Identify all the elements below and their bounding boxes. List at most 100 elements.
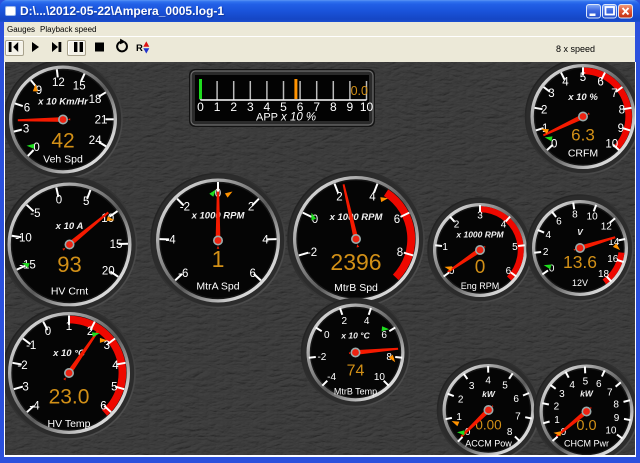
svg-text:4: 4 (369, 192, 376, 204)
svg-text:-2: -2 (307, 247, 317, 259)
svg-text:x 10 °C: x 10 °C (340, 330, 370, 340)
svg-text:6: 6 (24, 103, 30, 115)
svg-text:24: 24 (89, 135, 102, 147)
svg-text:5: 5 (502, 381, 508, 392)
svg-text:0: 0 (475, 257, 486, 278)
svg-text:x 10 Km/Hr: x 10 Km/Hr (37, 96, 89, 107)
svg-text:0: 0 (324, 330, 330, 341)
svg-text:2: 2 (541, 105, 547, 117)
svg-text:HV Temp: HV Temp (48, 418, 91, 430)
svg-text:3: 3 (247, 100, 254, 114)
svg-text:0.0: 0.0 (576, 418, 596, 434)
svg-text:CHCM Pwr: CHCM Pwr (564, 439, 609, 449)
svg-text:6: 6 (556, 216, 562, 227)
svg-text:HV Crnt: HV Crnt (51, 286, 88, 298)
svg-text:93: 93 (57, 252, 81, 277)
svg-text:8: 8 (619, 105, 625, 117)
svg-text:x 10 A: x 10 A (55, 221, 84, 232)
svg-text:x 10 %: x 10 % (280, 112, 316, 124)
svg-text:10: 10 (587, 211, 599, 222)
svg-text:8: 8 (572, 210, 578, 221)
svg-text:4: 4 (569, 380, 575, 391)
svg-text:-4: -4 (165, 235, 176, 247)
svg-text:kW: kW (482, 389, 496, 399)
svg-text:3: 3 (477, 211, 483, 222)
svg-text:MtrB Temp: MtrB Temp (334, 386, 377, 396)
svg-text:-2: -2 (17, 360, 27, 372)
svg-text:-2: -2 (317, 352, 326, 363)
svg-text:8: 8 (613, 399, 619, 410)
svg-text:1: 1 (554, 415, 560, 426)
svg-text:5: 5 (512, 242, 518, 253)
svg-text:3: 3 (23, 124, 29, 136)
svg-text:2: 2 (336, 192, 342, 204)
svg-text:8: 8 (397, 247, 403, 259)
svg-text:-10: -10 (15, 233, 32, 245)
svg-text:74: 74 (347, 363, 365, 380)
svg-text:x 1000 RPM: x 1000 RPM (455, 229, 504, 239)
svg-text:8: 8 (330, 100, 337, 114)
svg-text:R: R (136, 43, 143, 54)
svg-text:6: 6 (513, 394, 519, 405)
svg-text:ACCM Pow: ACCM Pow (465, 439, 512, 449)
svg-text:3: 3 (548, 88, 554, 100)
svg-text:16: 16 (607, 254, 619, 265)
svg-text:20: 20 (102, 265, 115, 277)
svg-text:7: 7 (515, 411, 521, 422)
svg-text:-4: -4 (29, 400, 40, 412)
svg-text:-4: -4 (327, 372, 336, 383)
svg-text:6: 6 (506, 266, 512, 277)
svg-text:3: 3 (469, 381, 475, 392)
svg-text:APP: APP (256, 112, 278, 124)
svg-text:0.0: 0.0 (351, 84, 368, 98)
svg-text:0: 0 (33, 142, 39, 154)
svg-text:4: 4 (262, 235, 269, 247)
svg-text:0: 0 (197, 100, 204, 114)
svg-text:2396: 2396 (330, 249, 381, 275)
svg-text:4: 4 (364, 316, 370, 327)
svg-text:2: 2 (554, 402, 560, 413)
svg-text:8: 8 (507, 427, 513, 438)
svg-text:7: 7 (611, 88, 617, 100)
svg-text:15: 15 (73, 80, 86, 92)
svg-text:12V: 12V (572, 278, 588, 288)
svg-text:Eng RPM: Eng RPM (461, 281, 500, 291)
svg-text:Veh Spd: Veh Spd (43, 153, 83, 165)
svg-text:MtrB Spd: MtrB Spd (334, 282, 378, 294)
svg-text:MtrA Spd: MtrA Spd (196, 280, 239, 292)
svg-text:CRFM: CRFM (568, 148, 598, 160)
svg-text:6: 6 (596, 379, 602, 390)
svg-text:1: 1 (214, 100, 221, 114)
svg-text:12: 12 (52, 77, 65, 89)
svg-text:3: 3 (559, 389, 565, 400)
svg-text:7: 7 (607, 387, 613, 398)
svg-text:42: 42 (51, 129, 74, 152)
svg-text:10: 10 (605, 426, 617, 437)
svg-text:3: 3 (104, 340, 110, 352)
svg-text:2: 2 (230, 100, 237, 114)
svg-text:2: 2 (543, 247, 549, 258)
svg-text:4: 4 (485, 376, 491, 387)
svg-text:6: 6 (381, 330, 387, 341)
svg-text:6.3: 6.3 (571, 125, 595, 144)
svg-text:9: 9 (614, 413, 620, 424)
svg-text:kW: kW (580, 389, 594, 399)
svg-text:6: 6 (394, 214, 400, 226)
svg-text:2: 2 (342, 316, 348, 327)
svg-text:-6: -6 (178, 268, 188, 280)
svg-text:4: 4 (546, 230, 552, 241)
svg-text:x 1000 RPM: x 1000 RPM (329, 212, 384, 223)
svg-text:13.6: 13.6 (563, 252, 597, 272)
svg-text:4: 4 (112, 360, 119, 372)
svg-text:1: 1 (212, 246, 225, 272)
svg-text:1: 1 (442, 242, 448, 253)
svg-text:10: 10 (360, 100, 374, 114)
svg-text:2: 2 (458, 395, 464, 406)
svg-text:15: 15 (110, 239, 123, 251)
svg-text:x 10 %: x 10 % (567, 92, 598, 103)
svg-text:9: 9 (347, 100, 354, 114)
svg-text:23.0: 23.0 (49, 386, 90, 409)
svg-text:1: 1 (456, 412, 462, 423)
svg-text:21: 21 (95, 115, 108, 127)
svg-text:5: 5 (583, 377, 589, 388)
